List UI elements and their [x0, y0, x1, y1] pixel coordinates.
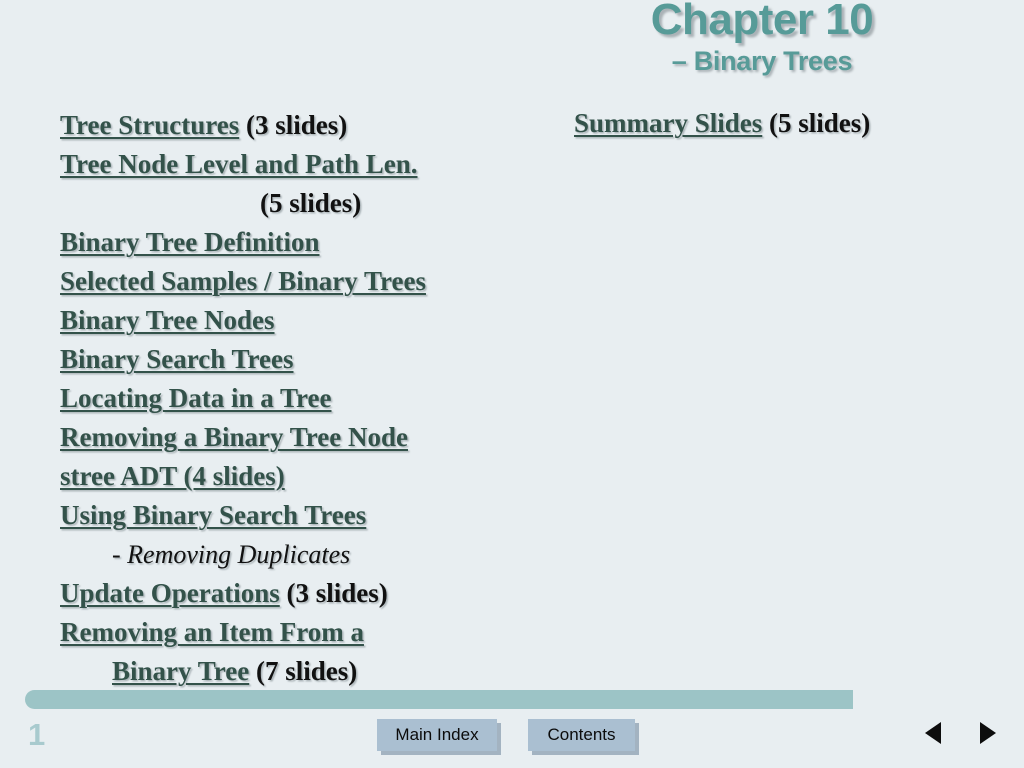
contents-button[interactable]: Contents — [528, 719, 635, 751]
toc-left-entry[interactable]: Using Binary Search Trees — [60, 496, 490, 535]
toc-left-link[interactable]: Selected Samples / Binary Trees — [60, 266, 426, 296]
toc-left-entry[interactable]: stree ADT (4 slides) — [60, 457, 490, 496]
toc-left-entry[interactable]: Removing an Item From a — [60, 613, 490, 652]
triangle-left-icon[interactable] — [925, 722, 941, 744]
toc-left-entry[interactable]: Update Operations (3 slides) — [60, 574, 490, 613]
toc-left-link[interactable]: Binary Tree — [112, 656, 249, 686]
toc-left-suffix: (7 slides) — [249, 656, 358, 686]
toc-left-link[interactable]: Tree Structures — [60, 110, 239, 140]
toc-left-link[interactable]: Locating Data in a Tree — [60, 383, 332, 413]
toc-left-link[interactable]: Tree Node Level and Path Len. — [60, 149, 418, 179]
triangle-right-icon[interactable] — [980, 722, 996, 744]
toc-left-entry[interactable]: Removing a Binary Tree Node — [60, 418, 490, 457]
toc-left-suffix: (3 slides) — [239, 110, 348, 140]
toc-left-suffix: (5 slides) — [260, 188, 362, 218]
toc-left-entry[interactable]: Binary Tree (7 slides) — [60, 652, 490, 691]
page-subtitle: – Binary Trees — [671, 46, 853, 76]
toc-left-link[interactable]: Binary Tree Definition — [60, 227, 320, 257]
toc-left-link[interactable]: Binary Tree Nodes — [60, 305, 275, 335]
page-title: Chapter 10 — [650, 0, 874, 44]
toc-left-entry[interactable]: Tree Structures (3 slides) — [60, 106, 490, 145]
toc-right-suffix: (5 slides) — [762, 108, 871, 138]
toc-left-entry[interactable]: Locating Data in a Tree — [60, 379, 490, 418]
toc-left-entry: - Removing Duplicates — [60, 535, 490, 574]
toc-right-link[interactable]: Summary Slides — [574, 108, 762, 138]
title-block: Chapter 10 – Binary Trees — [512, 0, 1012, 76]
right-link-column: Summary Slides (5 slides) — [574, 104, 994, 143]
slide-canvas: Chapter 10 – Binary Trees Tree Structure… — [0, 0, 1024, 768]
footer-accent-bar — [25, 690, 853, 709]
toc-left-entry[interactable]: Binary Tree Definition — [60, 223, 490, 262]
toc-left-entry[interactable]: Binary Search Trees — [60, 340, 490, 379]
toc-left-entry[interactable]: Binary Tree Nodes — [60, 301, 490, 340]
toc-left-entry[interactable]: Tree Node Level and Path Len. — [60, 145, 490, 184]
page-number: 1 — [28, 717, 46, 752]
main-index-button[interactable]: Main Index — [377, 719, 497, 751]
toc-left-entry[interactable]: Selected Samples / Binary Trees — [60, 262, 490, 301]
toc-left-link[interactable]: stree ADT (4 slides) — [60, 461, 285, 491]
toc-right-entry[interactable]: Summary Slides (5 slides) — [574, 104, 994, 143]
toc-left-link[interactable]: Removing an Item From a — [60, 617, 364, 647]
toc-left-link[interactable]: Removing a Binary Tree Node — [60, 422, 408, 452]
toc-left-link[interactable]: Update Operations — [60, 578, 280, 608]
toc-left-suffix: - Removing Duplicates — [112, 540, 351, 569]
toc-left-entry: (5 slides) — [60, 184, 490, 223]
toc-left-link[interactable]: Using Binary Search Trees — [60, 500, 366, 530]
toc-left-link[interactable]: Binary Search Trees — [60, 344, 294, 374]
toc-left-suffix: (3 slides) — [279, 578, 388, 608]
left-link-column: Tree Structures (3 slides) Tree Node Leve… — [60, 106, 490, 691]
